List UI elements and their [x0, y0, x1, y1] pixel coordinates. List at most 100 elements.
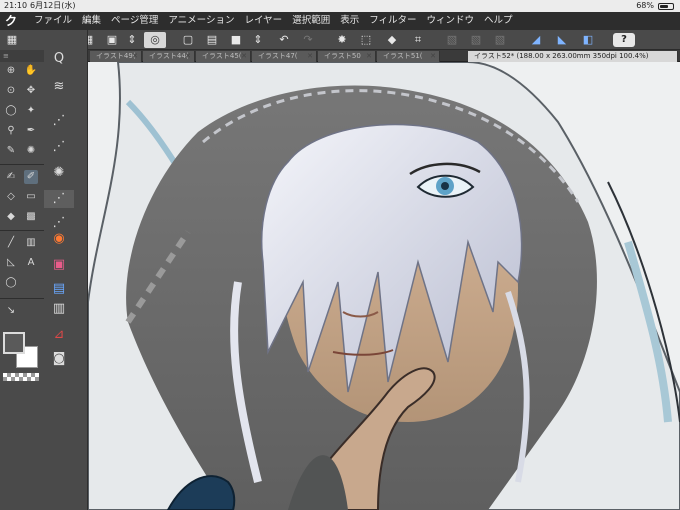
text-icon[interactable]: A	[24, 256, 38, 270]
special-ruler-icon[interactable]: ▧	[492, 32, 508, 48]
brush-size-icon[interactable]: ≋	[44, 78, 74, 96]
sparkle-icon[interactable]: ✸	[334, 32, 350, 48]
zoom-icon[interactable]: ⊕	[4, 64, 18, 78]
tool-property-icon[interactable]: Q	[44, 50, 74, 68]
status-date: 6月12日(水)	[30, 1, 76, 10]
menu-file[interactable]: ファイル	[34, 12, 72, 30]
fill-icon[interactable]: ◆	[4, 210, 18, 224]
close-icon[interactable]: ✕	[132, 51, 138, 62]
operation-icon[interactable]: ⊙	[4, 84, 18, 98]
blend-sub-icon[interactable]: ⋰	[44, 190, 74, 208]
page-icon[interactable]: ▣	[104, 32, 120, 48]
battery-fill	[660, 5, 669, 8]
grid-icon[interactable]: ▦	[4, 32, 20, 48]
battery-percent: 68%	[636, 1, 654, 10]
intermediate-color-icon[interactable]: ▤	[44, 280, 74, 298]
swirl-icon[interactable]: ◎	[144, 32, 166, 48]
transform-icon[interactable]: ⬚	[358, 32, 374, 48]
tab-doc-45[interactable]: イラスト45(✕	[196, 51, 251, 62]
open-folder-icon[interactable]: ▤	[204, 32, 220, 48]
airbrush-icon[interactable]: ✺	[24, 144, 38, 158]
tab-doc-44[interactable]: イラスト44(✕	[143, 51, 195, 62]
blend-icon[interactable]: ✐	[24, 170, 38, 184]
snap-ruler-icon[interactable]: ◢	[528, 32, 544, 48]
tab-label: イラスト47(	[258, 52, 298, 60]
move-icon[interactable]: ✥	[24, 84, 38, 98]
color-palette-icon[interactable]: ▣	[44, 256, 74, 274]
ruler-icon[interactable]: ▧	[444, 32, 460, 48]
eyedropper-icon[interactable]: ⚲	[4, 124, 18, 138]
close-icon[interactable]: ✕	[430, 51, 436, 62]
new-file-icon[interactable]: ▢	[180, 32, 196, 48]
snap-special-icon[interactable]: ◣	[554, 32, 570, 48]
tab-doc-50[interactable]: イラスト50 ✕	[318, 51, 376, 62]
menu-items: ファイル 編集 ページ管理 アニメーション レイヤー 選択範囲 表示 フィルター…	[34, 12, 513, 30]
tab-doc-49[interactable]: イラスト49(✕	[90, 51, 142, 62]
tool-palette: ▦ ≡ ⊕ ✋ ⊙ ✥ ◯ ✦ ⚲ ✒ ✎ ✺ ✍ ✐ ◇ ▭ ◆ ▩ ╱ ▥ …	[0, 30, 88, 510]
frame-icon[interactable]: ▥	[24, 236, 38, 250]
menu-layer[interactable]: レイヤー	[244, 12, 282, 30]
tab-label: イラスト52* (188.00 x 263.00mm 350dpi 100.4%…	[474, 52, 649, 60]
airbrush-sub-icon[interactable]: ✺	[44, 164, 74, 182]
tab-doc-47[interactable]: イラスト47( ✕	[252, 51, 317, 62]
tab-doc-52[interactable]: イラスト52* (188.00 x 263.00mm 350dpi 100.4%…	[468, 51, 678, 62]
stepper-icon[interactable]: ⇕	[250, 32, 266, 48]
brush-list-icon[interactable]: ⋰	[44, 112, 74, 130]
pupil	[441, 182, 449, 190]
menu-bar: ク ファイル 編集 ページ管理 アニメーション レイヤー 選択範囲 表示 フィル…	[0, 12, 680, 30]
drawing-canvas[interactable]	[88, 62, 680, 510]
camera-icon[interactable]: ◙	[44, 350, 74, 368]
balloon-icon[interactable]: ◯	[4, 276, 18, 290]
help-button[interactable]: ?	[613, 33, 635, 47]
figure-icon[interactable]: ╱	[4, 236, 18, 250]
main-color-swatch[interactable]	[3, 332, 25, 354]
arrow-updown-icon[interactable]: ⇕	[124, 32, 140, 48]
menu-selection[interactable]: 選択範囲	[292, 12, 330, 30]
color-wheel-icon[interactable]: ◉	[44, 230, 74, 248]
pen-icon[interactable]: ✒	[24, 124, 38, 138]
menu-window[interactable]: ウィンドウ	[427, 12, 475, 30]
menu-animation[interactable]: アニメーション	[168, 12, 234, 30]
menu-page[interactable]: ページ管理	[111, 12, 158, 30]
fill-bucket-icon[interactable]: ◆	[384, 32, 400, 48]
status-bar: 21:10 6月12日(水) 68%	[0, 0, 680, 12]
close-icon[interactable]: ✕	[366, 51, 372, 62]
tab-label: イラスト51(	[383, 52, 423, 60]
tab-doc-51[interactable]: イラスト51( ✕	[377, 51, 440, 62]
tab-label: イラスト44(	[149, 52, 189, 60]
crop-icon[interactable]: ⌗	[410, 32, 426, 48]
magic-wand-icon[interactable]: ✦	[24, 104, 38, 118]
correct-line-icon[interactable]: ↘	[4, 304, 18, 318]
snap-icon[interactable]: ▧	[468, 32, 484, 48]
divider	[0, 164, 44, 165]
brush-icon[interactable]: ✍	[4, 170, 18, 184]
menu-filter[interactable]: フィルター	[369, 12, 416, 30]
tab-label: イラスト45(	[202, 52, 242, 60]
close-icon[interactable]: ✕	[185, 51, 191, 62]
status-time: 21:10	[4, 1, 28, 10]
sub-tool-icon[interactable]: ⋰	[44, 138, 74, 156]
app-logo-icon[interactable]: ク	[4, 14, 18, 28]
snap-grid-icon[interactable]: ◧	[580, 32, 596, 48]
tab-label: イラスト50	[324, 52, 361, 60]
gradient-icon[interactable]: ▩	[24, 210, 38, 224]
redo-icon[interactable]: ↷	[300, 32, 316, 48]
menu-edit[interactable]: 編集	[82, 12, 101, 30]
ruler-icon[interactable]: ◺	[4, 256, 18, 270]
undo-icon[interactable]: ↶	[276, 32, 292, 48]
save-icon[interactable]: ■	[228, 32, 244, 48]
close-icon[interactable]: ✕	[307, 51, 313, 62]
battery-icon	[658, 3, 674, 10]
close-icon[interactable]: ✕	[241, 51, 247, 62]
color-history-icon[interactable]: ▥	[44, 300, 74, 318]
menu-help[interactable]: ヘルプ	[484, 12, 513, 30]
command-toolbar: ▦ ▣ ⇕ ◎ ▢ ▤ ■ ⇕ ↶ ↷ ✸ ⬚ ◆ ⌗ ▧ ▧ ▧ ◢ ◣ ◧ …	[0, 30, 680, 50]
menu-view[interactable]: 表示	[340, 12, 359, 30]
lasso-icon[interactable]: ◯	[4, 104, 18, 118]
vector-icon[interactable]: ⊿	[44, 326, 74, 344]
decoration-icon[interactable]: ▭	[24, 190, 38, 204]
pencil-icon[interactable]: ✎	[4, 144, 18, 158]
eraser-icon[interactable]: ◇	[4, 190, 18, 204]
transparent-color-swatch[interactable]	[3, 373, 39, 381]
hand-icon[interactable]: ✋	[24, 64, 38, 78]
